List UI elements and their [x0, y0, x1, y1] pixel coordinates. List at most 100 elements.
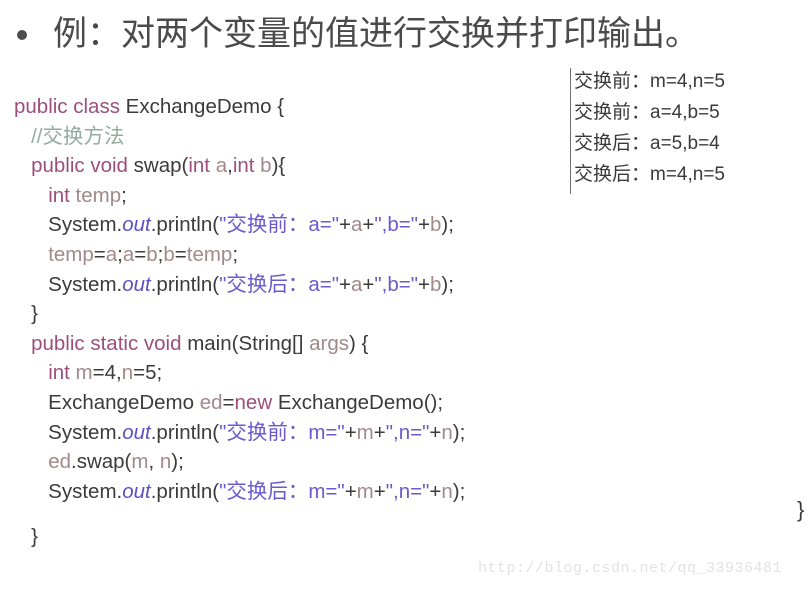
- code-token-pln: =: [93, 242, 106, 266]
- code-token-pln: +: [418, 213, 430, 237]
- code-token-pln: ExchangeDemo: [14, 390, 200, 414]
- code-token-kw: int: [48, 361, 76, 385]
- bullet-icon: [17, 30, 27, 40]
- code-token-pln: .println(: [150, 272, 220, 296]
- code-token-pln: System.: [14, 420, 123, 444]
- code-token-var: m: [356, 420, 374, 444]
- code-line: }: [14, 299, 516, 329]
- code-token-pln: ) {: [349, 331, 369, 355]
- code-token-pln: ,: [148, 450, 160, 474]
- code-token-var: b: [146, 242, 158, 266]
- code-token-pln: ExchangeDemo {: [125, 95, 285, 118]
- code-line: //交换方法: [14, 122, 516, 152]
- code-token-pln: );: [452, 420, 466, 444]
- slide-title: 例：对两个变量的值进行交换并打印输出。: [0, 8, 808, 62]
- code-token-str: ",n=": [385, 479, 430, 503]
- console-output-line: 交换后：m=4,n=5: [574, 164, 725, 185]
- code-token-var: b: [430, 272, 442, 296]
- code-line: public static void main(String[] args) {: [14, 329, 516, 359]
- code-token-var: n: [159, 450, 172, 474]
- code-token-fld: out: [122, 420, 151, 444]
- console-output-line: 交换后：a=5,b=4: [574, 133, 720, 154]
- code-token-pln: +: [373, 479, 386, 503]
- code-token-pln: =4,: [92, 361, 122, 385]
- code-token-pln: [14, 154, 31, 177]
- code-token-kw: new: [234, 390, 278, 414]
- code-token-var: a: [122, 242, 135, 266]
- code-token-pln: main(String[]: [187, 331, 310, 355]
- code-token-pln: +: [344, 420, 357, 444]
- code-line: ExchangeDemo ed=new ExchangeDemo();: [14, 388, 516, 418]
- code-token-var: ed: [199, 390, 223, 414]
- code-token-str: ",b=": [374, 213, 419, 237]
- code-token-pln: swap(: [133, 154, 189, 178]
- code-token-pln: +: [362, 213, 375, 237]
- code-token-pln: );: [171, 450, 184, 474]
- code-token-fld: out: [122, 479, 151, 503]
- code-token-var: b: [430, 213, 442, 237]
- code-token-var: m: [131, 450, 149, 474]
- code-token-pln: ;: [232, 242, 239, 266]
- code-token-pln: +: [339, 213, 351, 237]
- code-token-fld: out: [122, 272, 151, 296]
- console-output-line: 交换前：m=4,n=5: [574, 71, 725, 92]
- code-token-var: m: [356, 479, 374, 503]
- code-line: System.out.println("交换后：a="+a+",b="+b);: [14, 270, 516, 300]
- code-token-pln: ;: [121, 183, 127, 207]
- code-token-pln: }: [14, 525, 38, 548]
- code-token-pln: System.: [14, 479, 123, 503]
- code-token-pln: =: [134, 242, 147, 266]
- code-token-var: n: [121, 361, 134, 385]
- code-token-var: temp: [186, 242, 233, 266]
- watermark-url: http://blog.csdn.net/qq_33936481: [478, 560, 783, 577]
- code-token-pln: =: [174, 242, 187, 266]
- code-token-var: temp: [75, 183, 122, 207]
- code-token-pln: .println(: [150, 479, 220, 503]
- code-token-str: ",b=": [374, 272, 419, 296]
- code-token-pln: ){: [271, 154, 286, 178]
- code-token-pln: +: [362, 272, 375, 296]
- code-line: int temp;: [14, 181, 516, 211]
- code-token-fld: out: [122, 213, 151, 237]
- code-token-pln: .swap(: [71, 450, 132, 474]
- code-line: public void swap(int a,int b){: [14, 151, 516, 181]
- console-output-lines: 交换前：m=4,n=5 交换前：a=4,b=5 交换后：a=5,b=4 交换后：m=4…: [574, 66, 725, 190]
- code-token-str: "交换前：m=": [219, 420, 345, 444]
- code-token-pln: =5;: [133, 361, 163, 385]
- code-token-var: a: [351, 272, 363, 296]
- clipped-brace-glyph: }: [797, 497, 805, 522]
- code-line: temp=a;a=b;b=temp;: [14, 240, 516, 270]
- code-line: int m=4,n=5;: [14, 358, 516, 388]
- code-line: }: [14, 522, 516, 552]
- code-token-kw: public static void: [31, 331, 188, 355]
- code-token-pln: );: [441, 272, 454, 296]
- code-token-pln: );: [452, 479, 466, 503]
- code-token-kw: int: [48, 183, 76, 207]
- console-output-left-rule: [570, 68, 571, 194]
- code-token-pln: [14, 125, 31, 148]
- code-token-pln: [14, 184, 48, 207]
- code-token-var: b: [260, 154, 272, 178]
- code-token-var: ed: [48, 450, 71, 474]
- code-token-pln: [14, 243, 48, 266]
- code-token-var: a: [351, 213, 363, 237]
- code-line: ed.swap(m, n);: [14, 447, 516, 477]
- code-token-kw: int: [188, 154, 216, 178]
- code-token-kw: public class: [14, 95, 126, 118]
- code-token-var: n: [441, 479, 453, 503]
- code-token-pln: }: [14, 302, 38, 326]
- code-token-cm: //交换方法: [31, 124, 125, 148]
- code-token-var: a: [215, 154, 228, 178]
- code-token-pln: +: [373, 420, 386, 444]
- code-token-pln: System.: [14, 272, 123, 296]
- code-token-pln: +: [339, 272, 351, 296]
- code-token-var: m: [75, 361, 93, 385]
- code-token-kw: public void: [31, 154, 134, 178]
- code-token-var: b: [163, 242, 175, 266]
- code-block: public class ExchangeDemo { //交换方法 publi…: [14, 92, 516, 522]
- code-line: System.out.println("交换前：m="+m+",n="+n);: [14, 418, 516, 448]
- code-token-pln: +: [344, 479, 357, 503]
- code-token-pln: ExchangeDemo();: [277, 390, 444, 414]
- code-token-pln: .println(: [150, 213, 220, 237]
- code-line: public class ExchangeDemo {: [14, 92, 516, 122]
